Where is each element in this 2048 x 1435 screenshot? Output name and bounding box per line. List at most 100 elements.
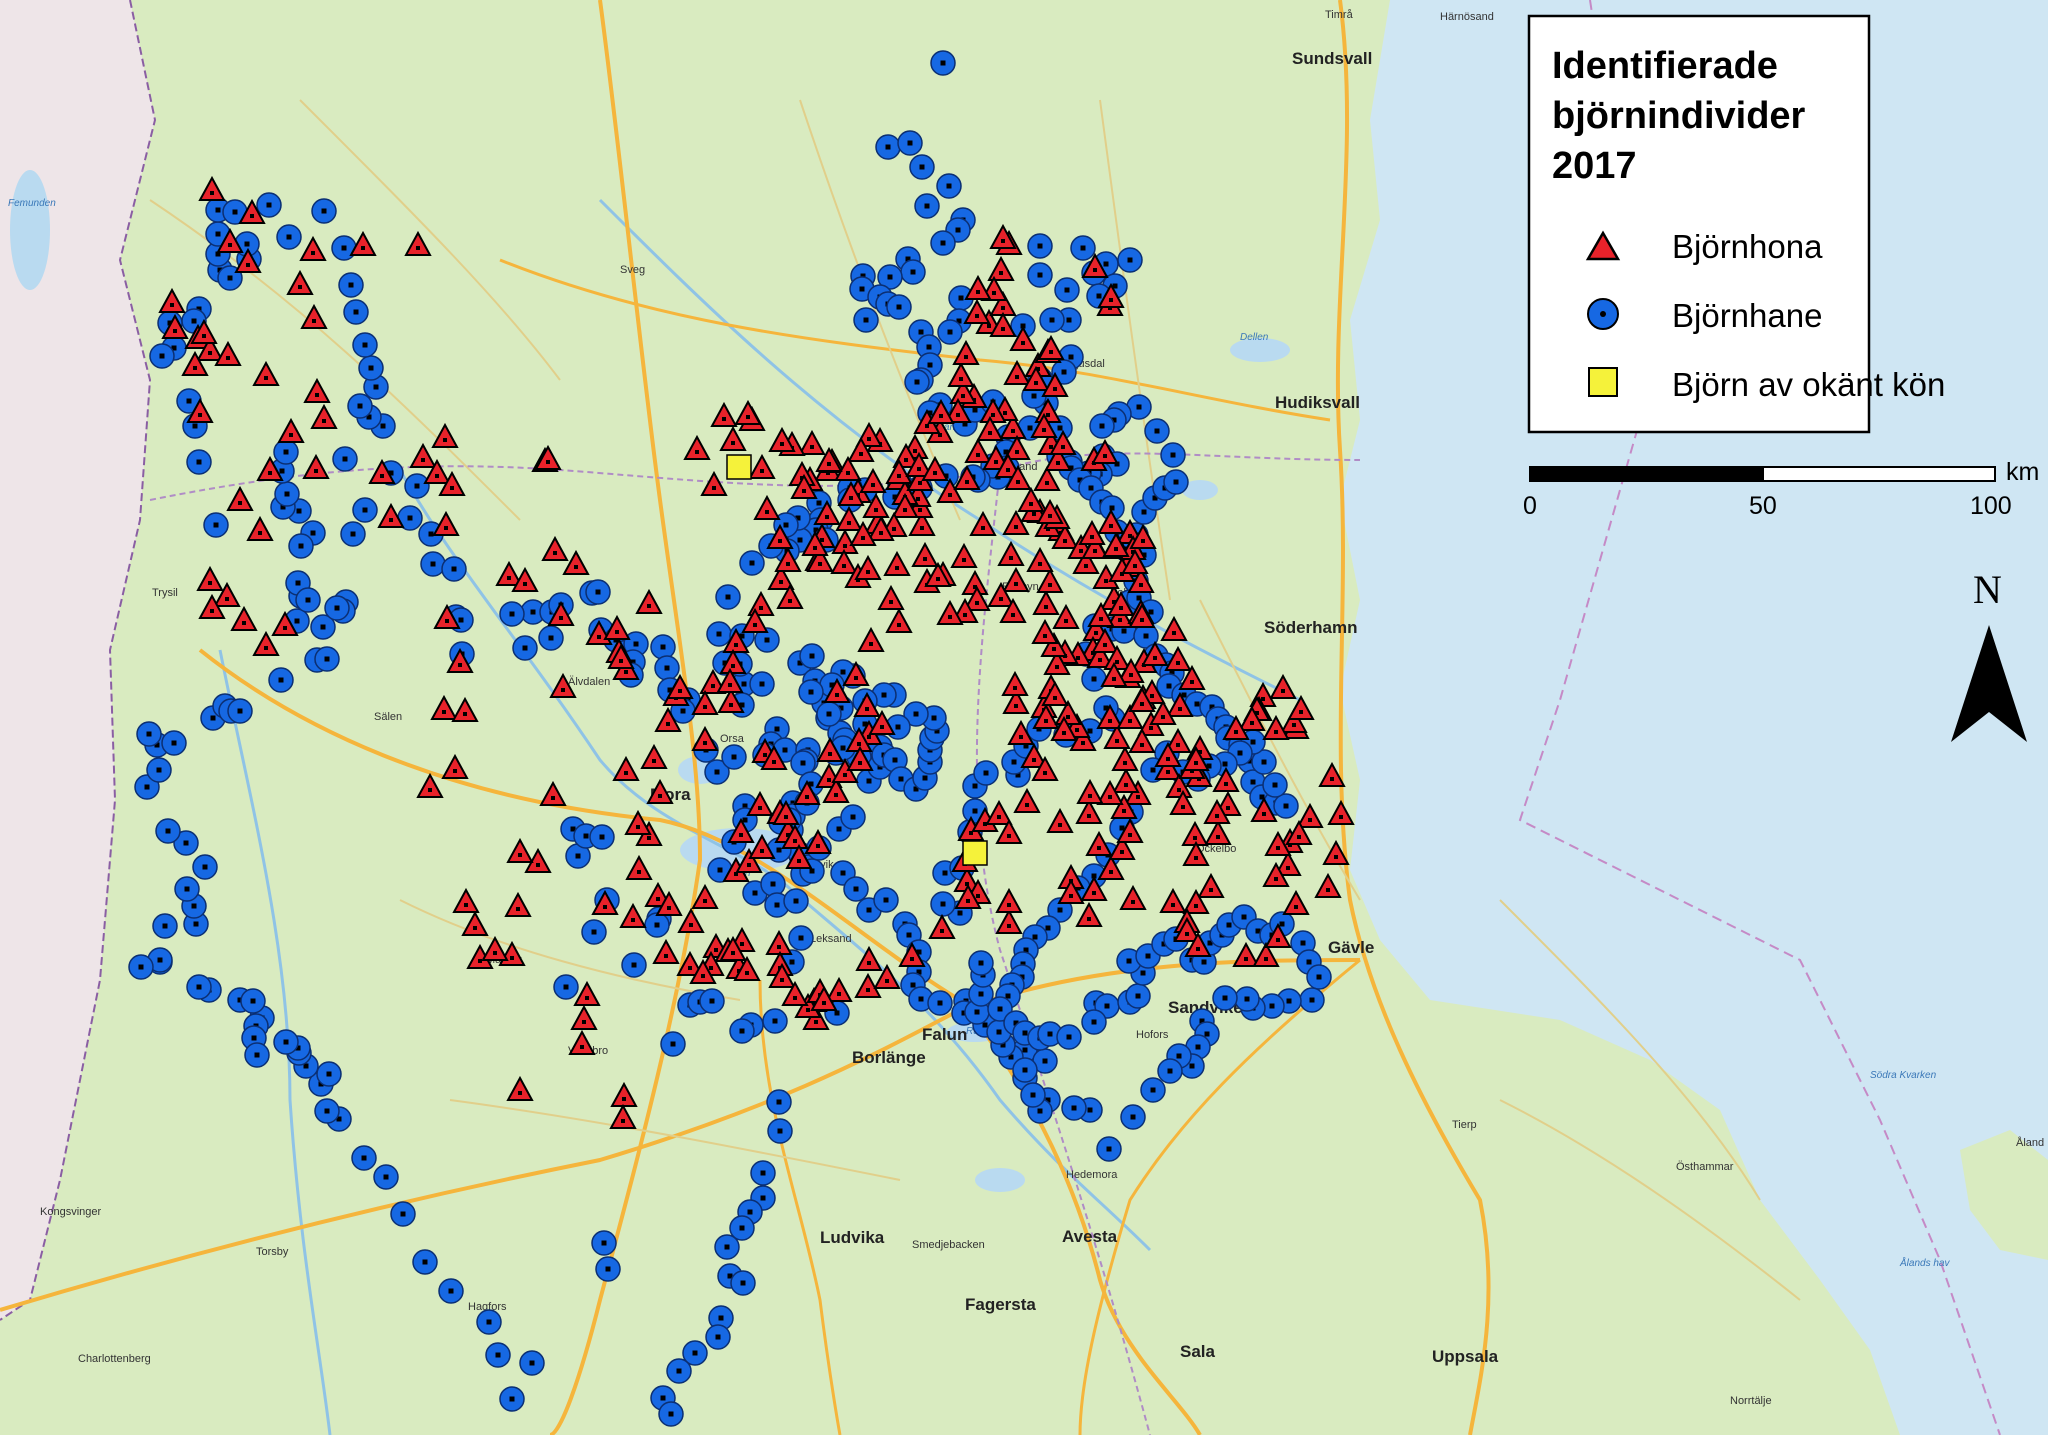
male-bear-point — [1081, 1009, 1107, 1035]
male-bear-point — [404, 473, 430, 499]
male-bear-point — [192, 854, 218, 880]
male-bear-point — [273, 439, 299, 465]
male-bear-point — [373, 1164, 399, 1190]
male-bear-point — [1306, 964, 1332, 990]
male-bear-point — [352, 332, 378, 358]
male-bear-point — [760, 871, 786, 897]
male-bear-point — [783, 888, 809, 914]
male-bear-point — [788, 925, 814, 951]
male-bear-point — [1163, 469, 1189, 495]
unknown-bear-point — [962, 840, 988, 866]
place-label: Borlänge — [852, 1048, 926, 1067]
place-label: Torsby — [256, 1246, 289, 1258]
male-bear-point — [1027, 233, 1053, 259]
male-bear-point — [1012, 1057, 1038, 1083]
place-label: Älvdalen — [568, 676, 610, 688]
male-bear-point — [589, 824, 615, 850]
male-bear-point — [714, 1234, 740, 1260]
male-bear-point — [875, 134, 901, 160]
male-bear-point — [1054, 277, 1080, 303]
male-bear-point — [174, 876, 200, 902]
place-label: Norrtälje — [1730, 1395, 1772, 1407]
male-bear-point — [476, 1309, 502, 1335]
male-bear-point — [1096, 1136, 1122, 1162]
male-bear-point — [767, 1118, 793, 1144]
male-bear-point — [1262, 772, 1288, 798]
male-bear-point — [332, 446, 358, 472]
male-bear-point — [762, 1008, 788, 1034]
male-bear-point — [1299, 987, 1325, 1013]
lake-storsjon — [975, 1168, 1025, 1192]
male-bear-point — [1039, 307, 1065, 333]
male-bear-point — [276, 224, 302, 250]
male-bear-point — [853, 307, 879, 333]
male-bear-point — [650, 634, 676, 660]
male-bear-point — [274, 481, 300, 507]
male-bear-point — [799, 643, 825, 669]
male-bear-point — [721, 744, 747, 770]
male-bear-point — [538, 625, 564, 651]
male-bear-point — [798, 679, 824, 705]
male-bear-point — [816, 701, 842, 727]
legend-title-line-2: björnindivider — [1552, 95, 1806, 137]
male-bear-point — [930, 50, 956, 76]
place-label: Sveg — [620, 264, 645, 276]
place-label: Dellen — [1240, 332, 1269, 343]
male-bear-point — [268, 667, 294, 693]
legend-female-label: Björnhona — [1672, 228, 1823, 265]
male-bear-point — [1061, 1095, 1087, 1121]
place-label: Avesta — [1062, 1227, 1118, 1246]
place-label: Ludvika — [820, 1228, 885, 1247]
place-label: Gävle — [1328, 938, 1374, 957]
male-bear-point — [897, 130, 923, 156]
place-label: Hofors — [1136, 1029, 1169, 1041]
male-bear-point — [499, 601, 525, 627]
male-bear-point — [937, 319, 963, 345]
male-bear-point — [705, 1324, 731, 1350]
map-canvas[interactable]: SundsvallHudiksvallSöderhamnGävleSandvik… — [0, 0, 2048, 1435]
unknown-bear-point — [726, 454, 752, 480]
male-bear-point — [186, 974, 212, 1000]
place-label: Sala — [1180, 1342, 1216, 1361]
scale-label-0: 0 — [1523, 492, 1537, 520]
legend-unknown-label: Björn av okänt kön — [1672, 366, 1945, 403]
place-label: Trysil — [152, 587, 178, 599]
place-label: Söderhamn — [1264, 618, 1358, 637]
male-bear-point — [1089, 413, 1115, 439]
place-label: Charlottenberg — [78, 1353, 151, 1365]
place-label: Södra Kvarken — [1870, 1070, 1937, 1081]
place-label: Uppsala — [1432, 1347, 1499, 1366]
male-bear-point — [621, 952, 647, 978]
legend-unknown-symbol — [1588, 367, 1618, 397]
place-label: Femunden — [8, 198, 56, 209]
male-bear-point — [660, 1031, 686, 1057]
legend-male-center — [1600, 311, 1606, 317]
male-bear-point — [595, 1256, 621, 1282]
male-bear-point — [186, 449, 212, 475]
place-label: Hudiksvall — [1275, 393, 1360, 412]
place-label: Sundsvall — [1292, 49, 1372, 68]
male-bear-point — [1160, 442, 1186, 468]
place-label: Härnösand — [1440, 11, 1494, 23]
place-label: Åland — [2016, 1136, 2044, 1149]
male-bear-point — [331, 235, 357, 261]
male-bear-point — [936, 173, 962, 199]
male-bear-point — [485, 1342, 511, 1368]
male-bear-point — [420, 551, 446, 577]
male-bear-point — [730, 1270, 756, 1296]
male-bear-point — [351, 1145, 377, 1171]
male-bear-point — [273, 1029, 299, 1055]
male-bear-point — [155, 818, 181, 844]
place-label: Leksand — [810, 933, 852, 945]
male-bear-point — [927, 990, 953, 1016]
male-bear-point — [340, 521, 366, 547]
male-bear-point — [729, 1018, 755, 1044]
male-bear-point — [358, 355, 384, 381]
male-bear-point — [128, 954, 154, 980]
male-bear-point — [390, 1201, 416, 1227]
male-bear-point — [886, 294, 912, 320]
male-bear-point — [338, 272, 364, 298]
place-label: Ålands hav — [1899, 1256, 1950, 1269]
male-bear-point — [256, 192, 282, 218]
male-bear-point — [499, 1386, 525, 1412]
